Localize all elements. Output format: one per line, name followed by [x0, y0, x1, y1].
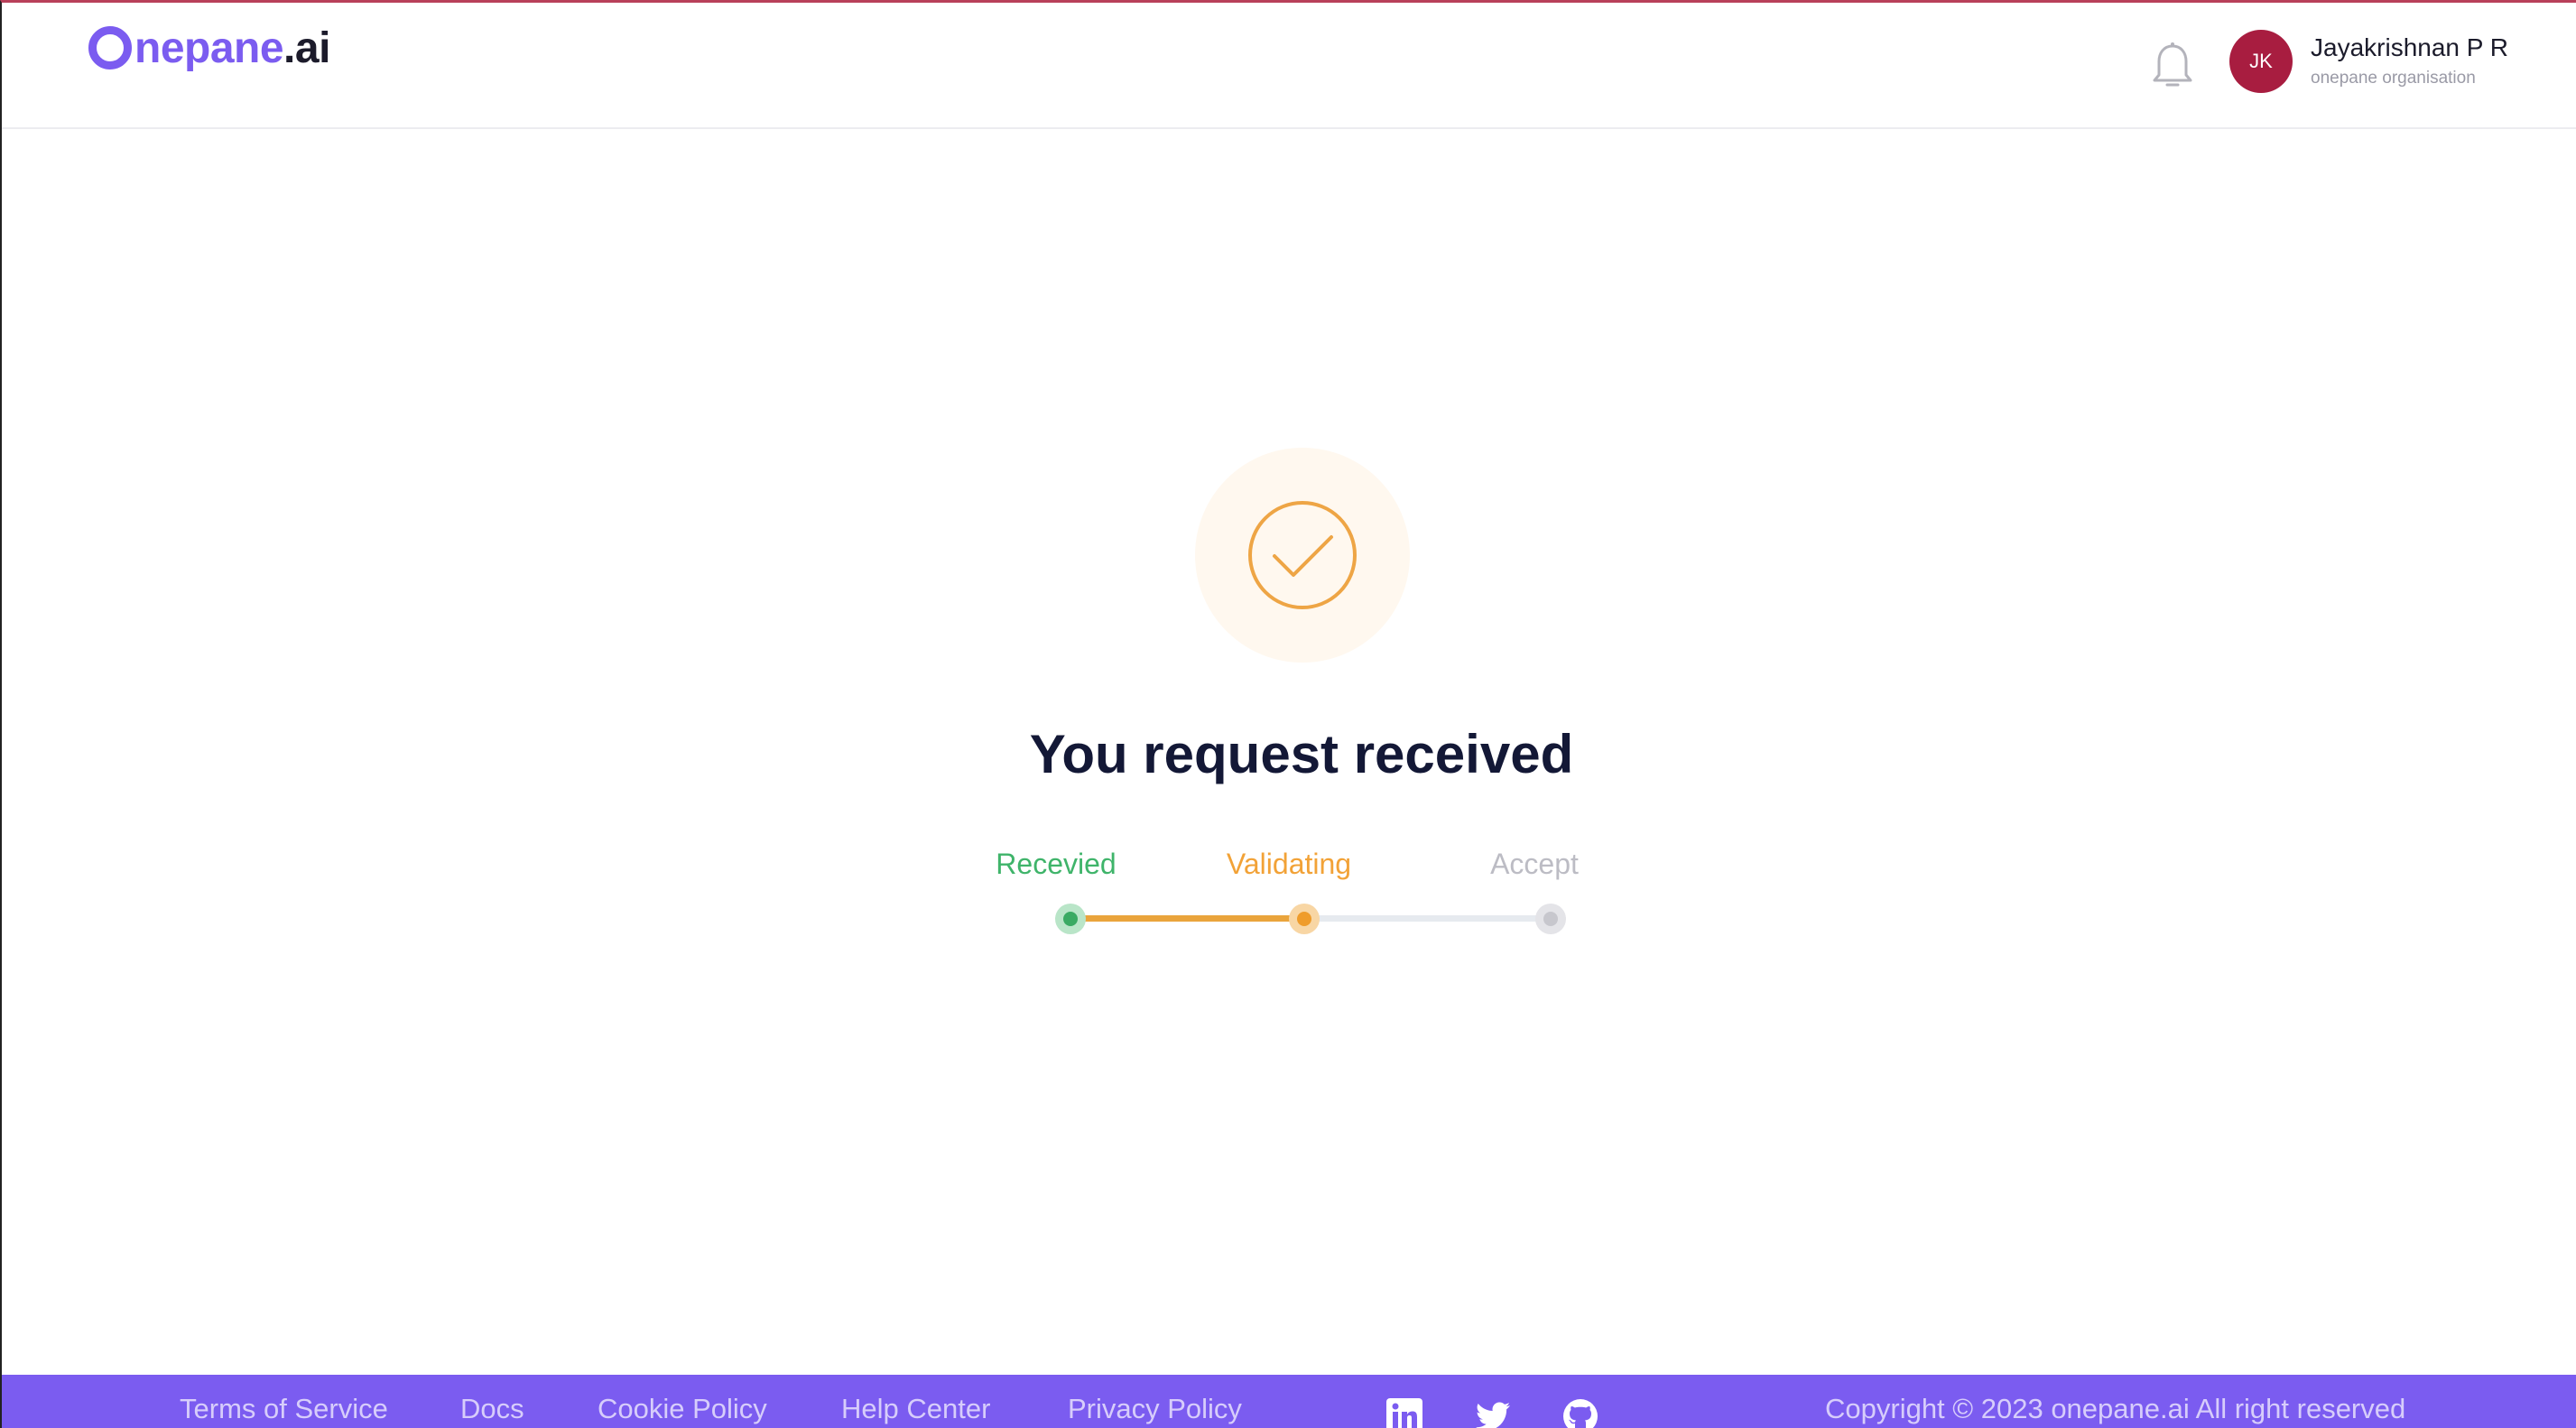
footer-link-help-center[interactable]: Help Center [841, 1393, 990, 1425]
footer-link-cookie-policy[interactable]: Cookie Policy [598, 1393, 767, 1425]
logo-ring-icon [88, 26, 132, 70]
page-title: You request received [1029, 724, 1574, 784]
step-dot-accept [1535, 904, 1566, 934]
step-dot-received [1055, 904, 1086, 934]
footer-link-terms[interactable]: Terms of Service [180, 1393, 388, 1425]
check-circle-icon [1248, 501, 1357, 609]
user-organisation: onepane organisation [2311, 69, 2476, 88]
user-avatar[interactable]: JK [2229, 30, 2293, 93]
footer-link-privacy-policy[interactable]: Privacy Policy [1068, 1393, 1242, 1425]
bell-icon[interactable] [2150, 41, 2195, 91]
progress-track-remaining [1304, 915, 1550, 922]
logo-brand-text: nepane [134, 23, 284, 72]
progress-track-completed [1071, 915, 1304, 922]
logo-text: nepane.ai [134, 23, 330, 73]
footer: Terms of Service Docs Cookie Policy Help… [2, 1375, 2576, 1428]
step-label-validating: Validating [1226, 848, 1352, 880]
github-icon[interactable] [1561, 1397, 1599, 1428]
user-name: Jayakrishnan P R [2311, 33, 2508, 61]
step-dot-validating [1289, 904, 1320, 934]
copyright-text: Copyright © 2023 onepane.ai All right re… [1825, 1393, 2406, 1424]
step-label-received: Recevied [996, 848, 1117, 880]
onepane-logo[interactable]: nepane.ai [88, 21, 330, 75]
top-bar: nepane.ai JK Jayakrishnan P R onepane or… [2, 3, 2576, 129]
logo-tld-text: .ai [283, 23, 330, 72]
app-window: nepane.ai JK Jayakrishnan P R onepane or… [0, 0, 2576, 1428]
twitter-icon[interactable] [1474, 1397, 1512, 1428]
step-label-accept: Accept [1490, 848, 1579, 880]
linkedin-icon[interactable] [1385, 1397, 1423, 1428]
footer-link-docs[interactable]: Docs [460, 1393, 524, 1425]
